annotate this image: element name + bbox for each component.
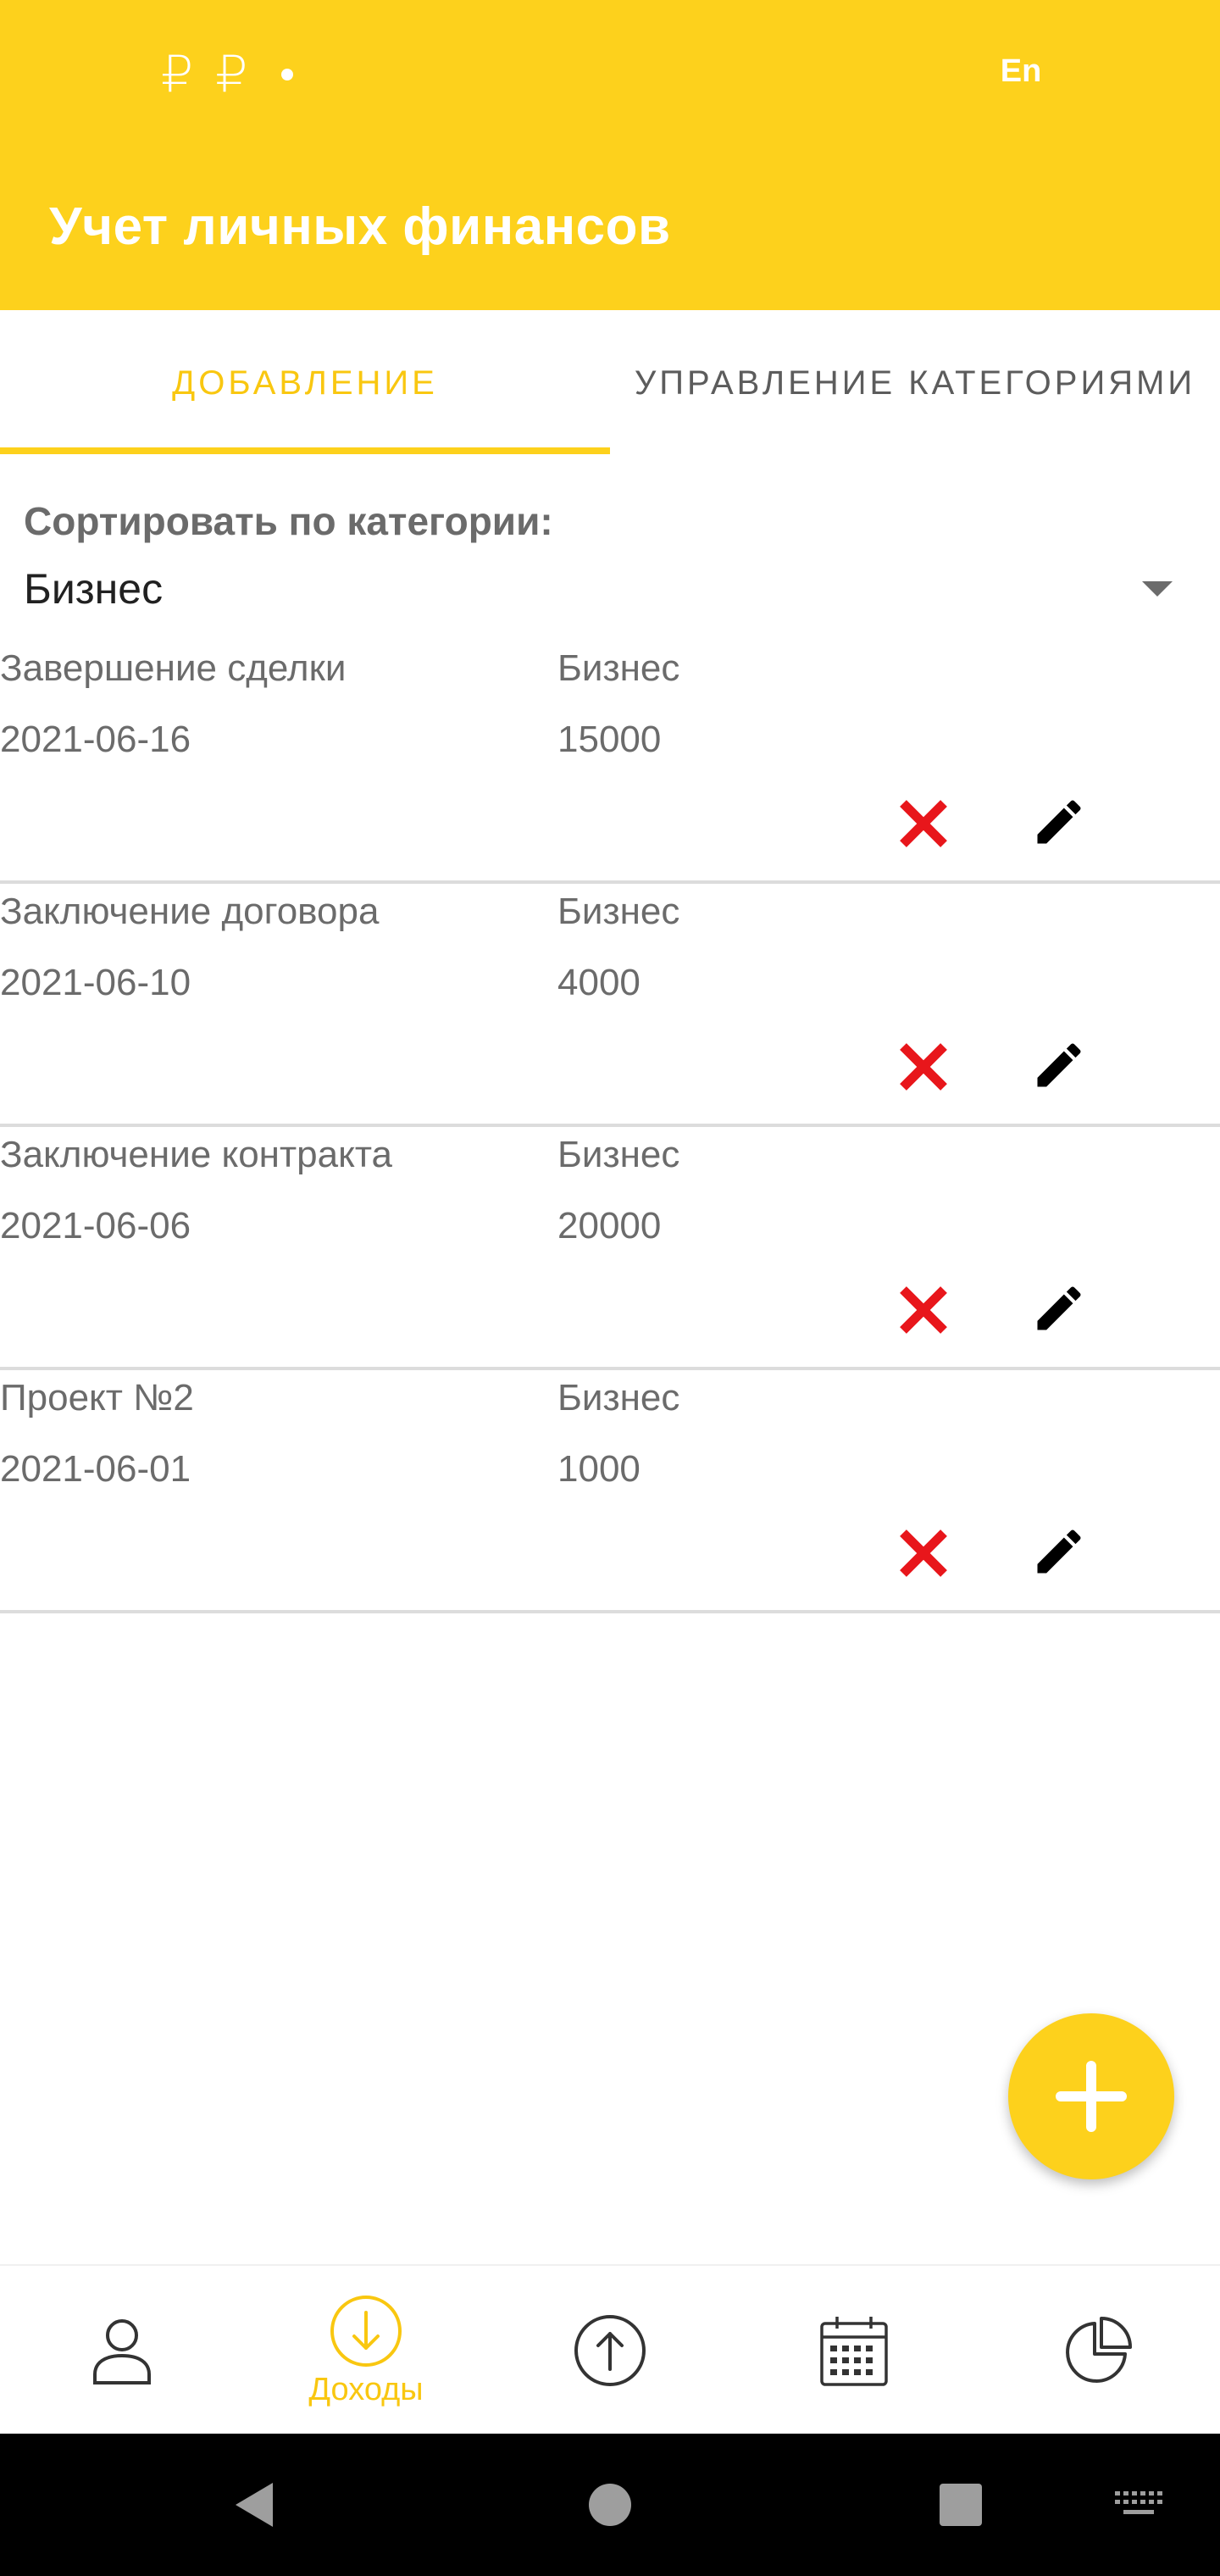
delete-button[interactable] xyxy=(891,1035,956,1099)
nav-item-statistics[interactable] xyxy=(976,2266,1220,2435)
dropdown-caret-icon xyxy=(1142,581,1173,597)
entry-category: Бизнес xyxy=(557,1377,680,1418)
page-title: Учет личных финансов xyxy=(49,197,671,256)
nav-item-expense[interactable] xyxy=(488,2266,732,2435)
entry-date: 2021-06-06 xyxy=(0,1205,191,1246)
plus-icon xyxy=(1056,2061,1127,2132)
language-switch[interactable]: En xyxy=(983,46,1059,97)
category-select-value: Бизнес xyxy=(24,565,164,613)
list-item: Заключение контракта Бизнес 2021-06-06 2… xyxy=(0,1127,1220,1370)
entry-name: Заключение контракта xyxy=(0,1134,392,1175)
system-navigation-bar xyxy=(0,2434,1220,2576)
income-icon xyxy=(330,2295,402,2367)
home-button[interactable] xyxy=(576,2471,644,2539)
active-tab-indicator xyxy=(0,447,610,454)
keyboard-button[interactable] xyxy=(1105,2471,1173,2539)
close-icon xyxy=(900,1286,947,1334)
edit-button[interactable] xyxy=(1027,790,1091,854)
entry-category: Бизнес xyxy=(557,647,680,689)
nav-item-income[interactable]: Доходы xyxy=(244,2266,488,2435)
pencil-icon xyxy=(1037,1286,1081,1330)
close-icon xyxy=(900,1530,947,1577)
nav-label-income: Доходы xyxy=(308,2371,424,2407)
list-item: Завершение сделки Бизнес 2021-06-16 1500… xyxy=(0,641,1220,884)
entry-category: Бизнес xyxy=(557,1134,680,1175)
calendar-icon xyxy=(820,2317,888,2386)
edit-button[interactable] xyxy=(1027,1033,1091,1097)
pencil-icon xyxy=(1037,800,1081,844)
notification-dot-icon xyxy=(281,69,294,80)
delete-button[interactable] xyxy=(891,1278,956,1342)
entry-name: Проект №2 xyxy=(0,1377,194,1418)
status-bar-icons: ₽ ₽ xyxy=(161,41,294,108)
bottom-navigation: Доходы xyxy=(0,2264,1220,2434)
sort-label: Сортировать по категории: xyxy=(24,499,553,543)
entry-amount: 1000 xyxy=(557,1448,640,1490)
close-icon xyxy=(900,1043,947,1091)
category-select[interactable]: Бизнес xyxy=(24,551,1186,627)
pencil-icon xyxy=(1037,1530,1081,1574)
entry-amount: 20000 xyxy=(557,1205,662,1246)
tab-add[interactable]: ДОБАВЛЕНИЕ xyxy=(0,310,610,456)
entry-name: Заключение договора xyxy=(0,891,380,932)
entry-category: Бизнес xyxy=(557,891,680,932)
person-icon xyxy=(93,2319,151,2384)
entry-amount: 4000 xyxy=(557,962,640,1003)
entry-date: 2021-06-10 xyxy=(0,962,191,1003)
nav-item-calendar[interactable] xyxy=(732,2266,976,2435)
recents-button[interactable] xyxy=(927,2471,995,2539)
entry-date: 2021-06-16 xyxy=(0,719,191,760)
pencil-icon xyxy=(1037,1043,1081,1087)
list-item: Заключение договора Бизнес 2021-06-10 40… xyxy=(0,884,1220,1127)
recents-square-icon xyxy=(940,2484,982,2526)
delete-button[interactable] xyxy=(891,1521,956,1585)
expense-icon xyxy=(574,2315,646,2386)
back-button[interactable] xyxy=(220,2471,288,2539)
edit-button[interactable] xyxy=(1027,1276,1091,1341)
edit-button[interactable] xyxy=(1027,1519,1091,1584)
app-bar: ₽ ₽ En Учет личных финансов xyxy=(0,0,1220,310)
entry-name: Завершение сделки xyxy=(0,647,347,689)
list-item: Проект №2 Бизнес 2021-06-01 1000 xyxy=(0,1370,1220,1613)
entry-amount: 15000 xyxy=(557,719,662,760)
close-icon xyxy=(900,800,947,847)
home-circle-icon xyxy=(589,2484,631,2526)
keyboard-icon xyxy=(1115,2491,1162,2514)
back-triangle-icon xyxy=(236,2483,273,2527)
pie-chart-icon xyxy=(1066,2317,1132,2383)
add-entry-button[interactable] xyxy=(1008,2013,1174,2179)
delete-button[interactable] xyxy=(891,791,956,856)
ruble-icon: ₽ xyxy=(161,45,194,104)
nav-item-profile[interactable] xyxy=(0,2266,244,2435)
ruble-icon: ₽ xyxy=(215,45,248,104)
tab-manage-categories[interactable]: УПРАВЛЕНИЕ КАТЕГОРИЯМИ xyxy=(610,310,1220,456)
income-list: Завершение сделки Бизнес 2021-06-16 1500… xyxy=(0,641,1220,1613)
entry-date: 2021-06-01 xyxy=(0,1448,191,1490)
tab-bar: ДОБАВЛЕНИЕ УПРАВЛЕНИЕ КАТЕГОРИЯМИ xyxy=(0,310,1220,456)
